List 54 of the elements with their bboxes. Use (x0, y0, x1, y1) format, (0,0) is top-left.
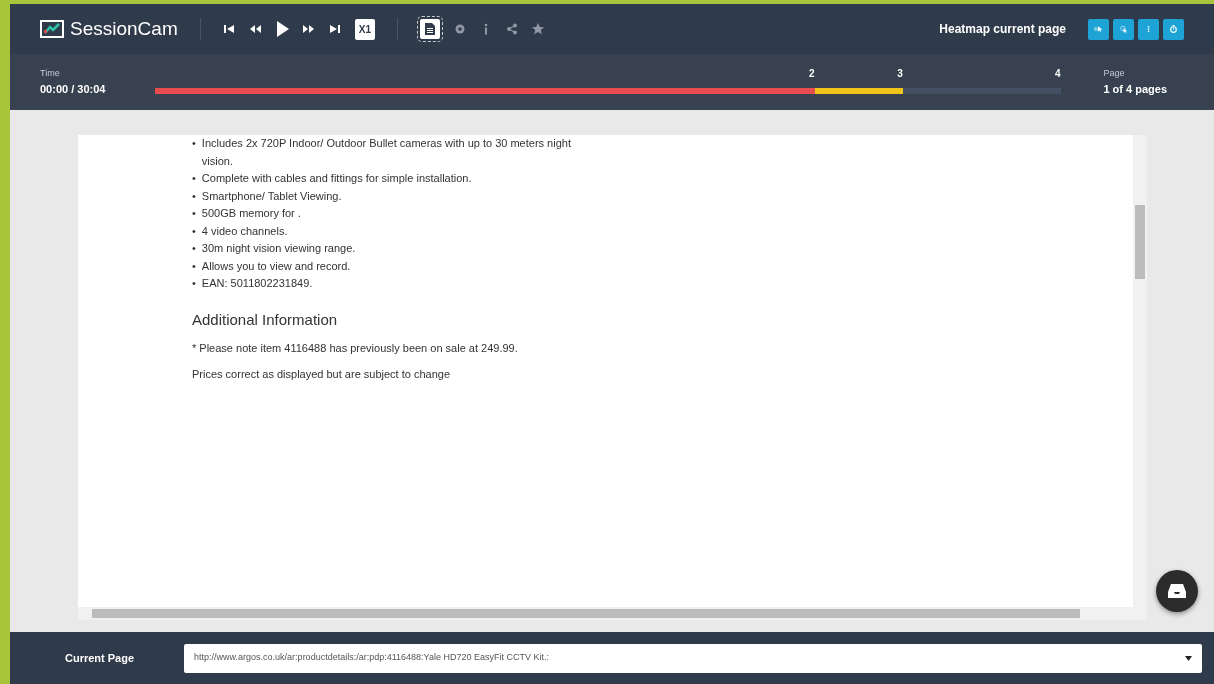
heatmap-label: Heatmap current page (939, 21, 1066, 38)
page-marker: 3 (897, 67, 903, 81)
share-icon (505, 23, 518, 35)
bullet-item: EAN: 5011802231849. (201, 276, 314, 291)
bullet-item: 500GB memory for . (201, 206, 302, 221)
bullet-marker: • (192, 276, 196, 291)
logo-icon (40, 20, 64, 38)
star-button[interactable] (531, 23, 544, 35)
bullet-item: 4 video channels. (201, 223, 289, 239)
page-marker: 2 (809, 67, 815, 81)
bullet-marker: • (192, 241, 196, 256)
current-page-label: Current Page (65, 650, 135, 666)
caret-icon (1185, 655, 1192, 661)
page-marker: 4 (1055, 67, 1061, 81)
paragraph: Prices correct as displayed but are subject to change (192, 366, 451, 382)
settings-button[interactable] (453, 23, 466, 35)
bullet-marker: • (192, 188, 196, 204)
time-label: Time (40, 67, 61, 80)
bullet-item: Allows you to view and record. (201, 258, 352, 274)
horizontal-scrollbar[interactable] (78, 607, 1147, 620)
vertical-scrollbar[interactable] (1133, 135, 1147, 607)
scroll-heatmap-button[interactable] (1138, 18, 1159, 40)
logo-text: SessionCam (70, 16, 178, 41)
url-dropdown[interactable]: http://www.argos.co.uk/ar:productdetails:/ar:pdp:4116488:Yale HD720 EasyFit CCTV Kit.: (184, 643, 1202, 673)
document-icon (424, 23, 435, 35)
bullet-marker: • (192, 206, 196, 221)
time-value: 00:00 / 30:04 (40, 81, 106, 97)
section-heading: Additional Information (192, 310, 339, 328)
page-button[interactable] (419, 19, 440, 39)
timer-button[interactable] (1163, 18, 1184, 40)
skip-back-button[interactable] (222, 23, 235, 35)
play-button[interactable] (274, 21, 289, 37)
bullet-item: Complete with cables and fittings for simple installation. (201, 171, 473, 186)
skip-forward-button[interactable] (328, 23, 341, 35)
hover-heatmap-button[interactable] (1113, 18, 1134, 40)
speed-button[interactable]: X1 (354, 18, 375, 40)
inbox-icon (1168, 583, 1186, 599)
bullet-marker: • (192, 136, 196, 151)
bullet-item: 30m night vision viewing range. (201, 241, 357, 256)
page-count: 1 of 4 pages (1103, 81, 1167, 97)
bullet-marker: • (192, 171, 196, 186)
share-button[interactable] (505, 23, 518, 35)
bullet-item: Includes 2x 720P Indoor/ Outdoor Bullet cameras with up to 30 meters night vision. (201, 136, 572, 169)
fast-forward-button[interactable] (302, 23, 315, 35)
timer-icon (1169, 22, 1178, 36)
star-icon (531, 23, 544, 35)
bullet-marker: • (192, 258, 196, 274)
settings-icon (453, 23, 466, 35)
bullet-item: Smartphone/ Tablet Viewing. (201, 188, 343, 204)
paragraph: * Please note item 4116488 has previously been on sale at 249.99. (192, 341, 518, 356)
bullet-marker: • (192, 223, 196, 239)
page-label: Page (1103, 67, 1126, 80)
click-heatmap-button[interactable] (1088, 18, 1109, 40)
rewind-button[interactable] (248, 23, 261, 35)
